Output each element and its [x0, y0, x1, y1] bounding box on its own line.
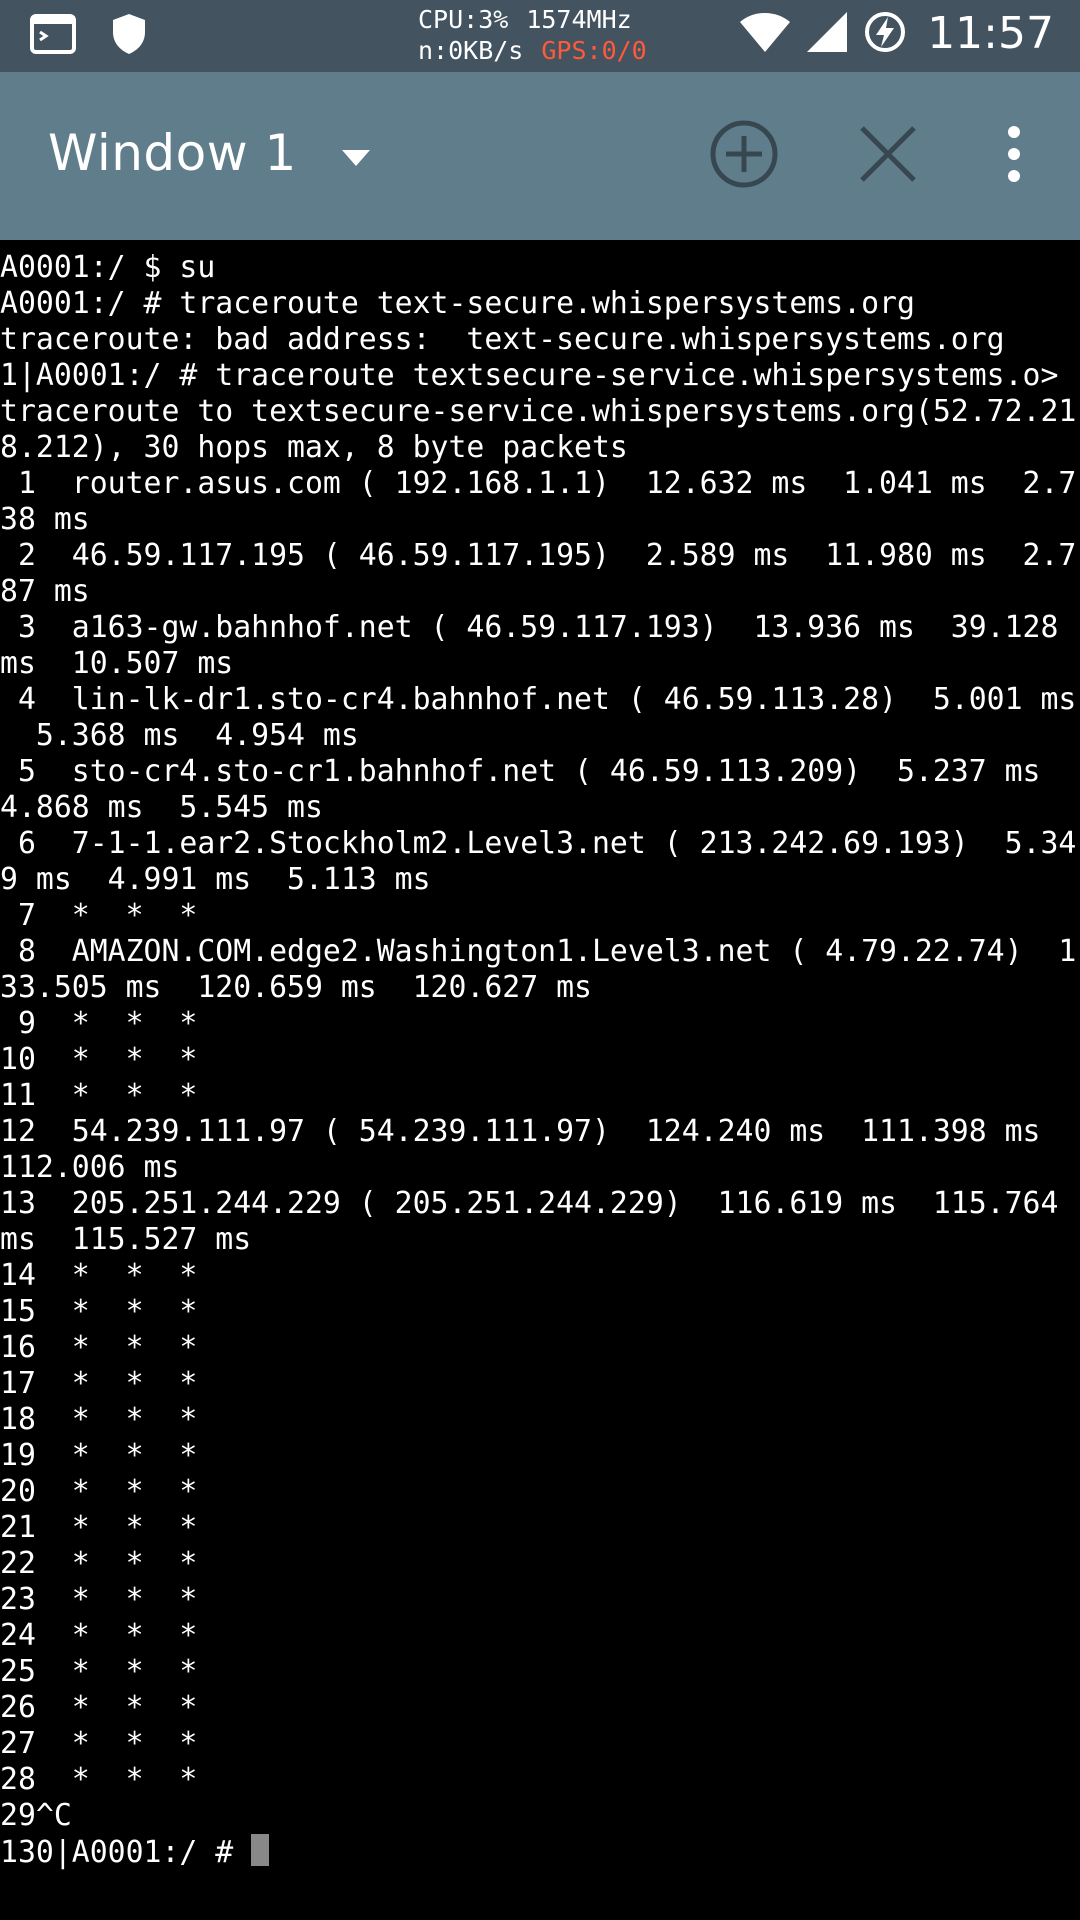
- terminal-line: 12 54.239.111.97 ( 54.239.111.97) 124.24…: [0, 1114, 1041, 1149]
- system-icons: 11:57: [739, 8, 1054, 59]
- terminal-line: 9 ms 4.991 ms 5.113 ms: [0, 862, 431, 897]
- add-window-button[interactable]: [704, 116, 784, 196]
- terminal-line: traceroute: bad address: text-secure.whi…: [0, 322, 1005, 357]
- terminal-line: 10 * * *: [0, 1042, 198, 1077]
- terminal-prompt-line[interactable]: 130|A0001:/ #: [0, 1834, 1076, 1870]
- terminal-line: 5.368 ms 4.954 ms: [0, 718, 359, 753]
- wifi-icon: [739, 10, 791, 58]
- cell-signal-icon: [805, 10, 849, 58]
- terminal-view[interactable]: A0001:/ $ su A0001:/ # traceroute text-se…: [0, 240, 1080, 1920]
- dropdown-arrow-icon[interactable]: [340, 148, 372, 168]
- terminal-prompt: 130|A0001:/ #: [0, 1835, 252, 1870]
- clock: 11:57: [927, 8, 1054, 59]
- terminal-line: 7 * * *: [0, 898, 198, 933]
- overflow-menu-button[interactable]: [974, 116, 1054, 196]
- network-speed: n:0KB/s: [418, 36, 524, 65]
- terminal-line: 25 * * *: [0, 1654, 198, 1689]
- status-bar: CPU:3% 1574MHz n:0KB/s GPS:0/0 11:57: [0, 0, 1080, 72]
- terminal-line: 24 * * *: [0, 1618, 198, 1653]
- battery-charging-icon: [863, 10, 907, 58]
- cpu-frequency: 1574MHz: [526, 5, 632, 34]
- terminal-line: 2 46.59.117.195 ( 46.59.117.195) 2.589 m…: [0, 538, 1077, 573]
- notification-icons: [30, 12, 148, 60]
- terminal-line: 18 * * *: [0, 1402, 198, 1437]
- terminal-line: 14 * * *: [0, 1258, 198, 1293]
- terminal-line: 38 ms: [0, 502, 90, 537]
- terminal-output: A0001:/ $ su A0001:/ # traceroute text-se…: [0, 250, 1076, 1870]
- terminal-line: 29^C: [0, 1798, 72, 1833]
- terminal-line: 87 ms: [0, 574, 90, 609]
- terminal-line: 4 lin-lk-dr1.sto-cr4.bahnhof.net ( 46.59…: [0, 682, 1077, 717]
- text-cursor: [251, 1834, 270, 1866]
- terminal-line: A0001:/ $ su: [0, 250, 216, 285]
- gps-status: GPS:0/0: [541, 36, 647, 65]
- terminal-line: traceroute to textsecure-service.whisper…: [0, 394, 1077, 429]
- terminal-line: A0001:/ # traceroute text-secure.whisper…: [0, 286, 915, 321]
- terminal-line: 1|A0001:/ # traceroute textsecure-servic…: [0, 358, 1059, 393]
- terminal-line: 22 * * *: [0, 1546, 198, 1581]
- terminal-line: 33.505 ms 120.659 ms 120.627 ms: [0, 970, 592, 1005]
- terminal-line: 23 * * *: [0, 1582, 198, 1617]
- terminal-line: 112.006 ms: [0, 1150, 180, 1185]
- terminal-line: 16 * * *: [0, 1330, 198, 1365]
- add-window-icon: [708, 118, 780, 194]
- terminal-line: 11 * * *: [0, 1078, 198, 1113]
- cpu-usage: CPU:3%: [418, 5, 509, 34]
- terminal-line: 5 sto-cr4.sto-cr1.bahnhof.net ( 46.59.11…: [0, 754, 1041, 789]
- terminal-line: 3 a163-gw.bahnhof.net ( 46.59.117.193) 1…: [0, 610, 1059, 645]
- close-window-button[interactable]: [848, 116, 928, 196]
- terminal-line: 4.868 ms 5.545 ms: [0, 790, 323, 825]
- terminal-line: 8 AMAZON.COM.edge2.Washington1.Level3.ne…: [0, 934, 1077, 969]
- shield-icon: [110, 12, 148, 60]
- overflow-menu-icon: [1004, 124, 1024, 188]
- terminal-notification-icon: [30, 12, 76, 60]
- toolbar: Window 1: [0, 72, 1080, 240]
- terminal-line: 21 * * *: [0, 1510, 198, 1545]
- terminal-line: 17 * * *: [0, 1366, 198, 1401]
- terminal-line: 20 * * *: [0, 1474, 198, 1509]
- window-title[interactable]: Window 1: [48, 124, 297, 182]
- terminal-line: 15 * * *: [0, 1294, 198, 1329]
- system-monitor: CPU:3% 1574MHz n:0KB/s GPS:0/0: [418, 4, 647, 66]
- terminal-line: 8.212), 30 hops max, 8 byte packets: [0, 430, 628, 465]
- terminal-line: ms 115.527 ms: [0, 1222, 252, 1257]
- close-window-icon: [856, 122, 920, 190]
- terminal-line: 28 * * *: [0, 1762, 198, 1797]
- terminal-line: 27 * * *: [0, 1726, 198, 1761]
- terminal-line: 26 * * *: [0, 1690, 198, 1725]
- terminal-line: 19 * * *: [0, 1438, 198, 1473]
- terminal-line: 1 router.asus.com ( 192.168.1.1) 12.632 …: [0, 466, 1077, 501]
- terminal-line: 6 7-1-1.ear2.Stockholm2.Level3.net ( 213…: [0, 826, 1077, 861]
- terminal-line: ms 10.507 ms: [0, 646, 234, 681]
- terminal-line: 13 205.251.244.229 ( 205.251.244.229) 11…: [0, 1186, 1059, 1221]
- terminal-line: 9 * * *: [0, 1006, 198, 1041]
